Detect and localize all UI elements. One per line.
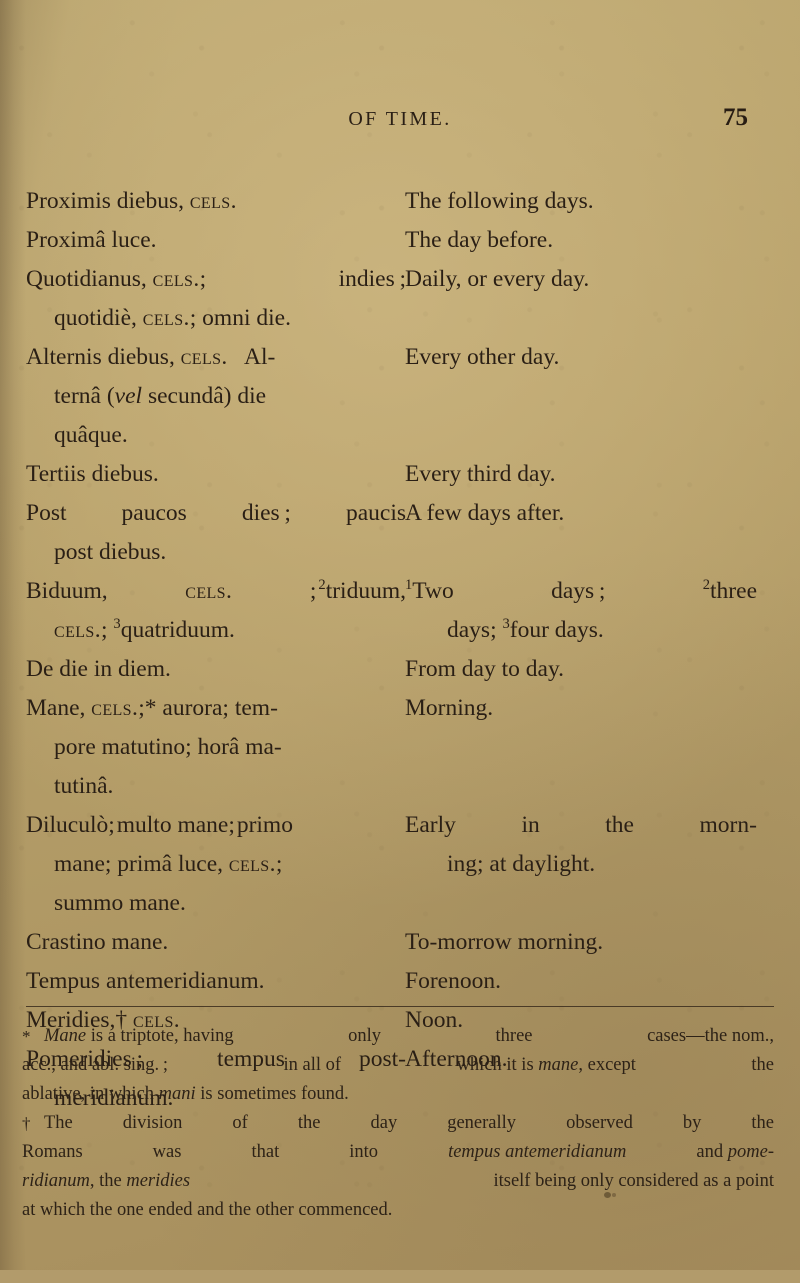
- entry-line: Alternis diebus, Cels. Al- Every other d…: [0, 338, 800, 377]
- entry-line: Cels.; 3quatriduum. days; 3four days.: [0, 611, 800, 650]
- latin-term: Diluculò; multo mane; primo: [26, 812, 293, 838]
- latin-term: Mane, Cels.;* aurora; tem-: [26, 695, 278, 721]
- entry-line: post diebus.: [0, 533, 800, 572]
- entry-line: Proximis diebus, Cels. The following day…: [0, 182, 800, 221]
- footnote-line: ablative, in which mani is sometimes fou…: [0, 1080, 800, 1109]
- entry-line: Proximâ luce. The day before.: [0, 221, 800, 260]
- footnote-marker-dagger: †: [22, 1114, 31, 1133]
- entry-line: Quotidianus, Cels.; indies ; Daily, or ev…: [0, 260, 800, 299]
- entry-line: Diluculò; multo mane; primo Early in the mo…: [0, 806, 800, 845]
- latin-term: Post paucos dies ; paucis: [26, 500, 406, 526]
- footnote-text: Mane is a triptote, having only three cases…: [44, 1026, 774, 1046]
- latin-term-cont: ternâ (vel secundâ) die: [54, 383, 267, 409]
- footnote-line: at which the one ended and the other com…: [0, 1196, 800, 1225]
- footnote-text: at which the one ended and the other com…: [22, 1200, 393, 1220]
- entry-line: Mane, Cels.;* aurora; tem- Morning.: [0, 689, 800, 728]
- footnote-text: The division of the day generally observed by th…: [44, 1113, 774, 1133]
- entry-line: pore matutino; horâ ma-: [0, 728, 800, 767]
- english-gloss: Forenoon.: [405, 968, 501, 994]
- entry-line: tutinâ.: [0, 767, 800, 806]
- latin-term-cont: quotidiè, Cels.; omni die.: [54, 305, 291, 331]
- footnote-line: ridianum, the meridies itself being only …: [0, 1167, 800, 1196]
- latin-term-cont: tutinâ.: [54, 773, 114, 799]
- english-gloss: Every third day.: [405, 461, 556, 487]
- footnote-divider-rule: [26, 1006, 774, 1007]
- footnote-line: † The division of the day generally observed by…: [0, 1109, 800, 1138]
- latin-term: De die in diem.: [26, 656, 171, 682]
- english-gloss: The following days.: [405, 188, 594, 214]
- english-gloss-cont: days; 3four days.: [447, 616, 604, 643]
- entry-line: quotidiè, Cels.; omni die.: [0, 299, 800, 338]
- footnote-line: * Mane is a triptote, having only three cas…: [0, 1022, 800, 1051]
- english-gloss: 1Two days ; 2three: [405, 577, 757, 604]
- latin-term-cont: post diebus.: [54, 539, 167, 565]
- latin-term: Biduum, Cels.; 2triduum,: [26, 577, 406, 604]
- entry-line: Post paucos dies ; paucis A few days after.: [0, 494, 800, 533]
- entry-line: Crastino mane. To-morrow morning.: [0, 923, 800, 962]
- latin-term-cont: quâque.: [54, 422, 128, 448]
- footnote-section: * Mane is a triptote, having only three cas…: [0, 1022, 800, 1225]
- glossary-entry-list: Proximis diebus, Cels. The following day…: [0, 182, 800, 1118]
- running-head-title: OF TIME.: [348, 108, 452, 130]
- english-gloss: Daily, or every day.: [405, 266, 590, 292]
- english-gloss: The day before.: [405, 227, 554, 253]
- entry-line: summo mane.: [0, 884, 800, 923]
- latin-term: Proximis diebus, Cels.: [26, 188, 237, 214]
- footnote-marker-asterisk: *: [22, 1027, 31, 1046]
- english-gloss: Morning.: [405, 695, 494, 721]
- english-gloss: Every other day.: [405, 344, 560, 370]
- running-head: OF TIME. 75: [0, 104, 800, 142]
- latin-term-cont: pore matutino; horâ ma-: [54, 734, 282, 760]
- entry-line: quâque.: [0, 416, 800, 455]
- latin-term: Quotidianus, Cels.; indies ;: [26, 266, 406, 292]
- latin-term: Alternis diebus, Cels. Al-: [26, 344, 276, 370]
- latin-term-cont: summo mane.: [54, 890, 186, 916]
- english-gloss: A few days after.: [405, 500, 565, 526]
- entry-line: Tempus antemeridianum. Forenoon.: [0, 962, 800, 1001]
- english-gloss: Early in the morn-: [405, 812, 757, 838]
- footnote-line: Romans was that into tempus antemeridianum an…: [0, 1138, 800, 1167]
- entry-line: mane; primâ luce, Cels.; ing; at dayligh…: [0, 845, 800, 884]
- footnote-text: ablative, in which mani is sometimes fou…: [22, 1084, 349, 1104]
- footnote-text: Romans was that into tempus antemeridianum an…: [22, 1142, 774, 1162]
- latin-term: Tertiis diebus.: [26, 461, 159, 487]
- latin-term: Crastino mane.: [26, 929, 169, 955]
- entry-line: Tertiis diebus. Every third day.: [0, 455, 800, 494]
- footnote-text: acc., and abl. sing. ; in all of which it …: [22, 1055, 774, 1075]
- latin-term-cont: Cels.; 3quatriduum.: [54, 616, 235, 643]
- page-content: OF TIME. 75 Proximis diebus, Cels. The f…: [0, 0, 800, 1270]
- page-number: 75: [723, 104, 748, 131]
- english-gloss: To-morrow morning.: [405, 929, 604, 955]
- latin-term-cont: mane; primâ luce, Cels.;: [54, 851, 283, 877]
- latin-term: Tempus antemeridianum.: [26, 968, 265, 994]
- footnote-text: ridianum, the meridies itself being only …: [22, 1171, 774, 1191]
- entry-line: De die in diem. From day to day.: [0, 650, 800, 689]
- entry-line: Biduum, Cels.; 2triduum, 1Two days ; 2three: [0, 572, 800, 611]
- latin-term: Proximâ luce.: [26, 227, 157, 253]
- footnote-line: acc., and abl. sing. ; in all of which it …: [0, 1051, 800, 1080]
- entry-line: ternâ (vel secundâ) die: [0, 377, 800, 416]
- english-gloss: From day to day.: [405, 656, 565, 682]
- english-gloss-cont: ing; at daylight.: [447, 851, 596, 877]
